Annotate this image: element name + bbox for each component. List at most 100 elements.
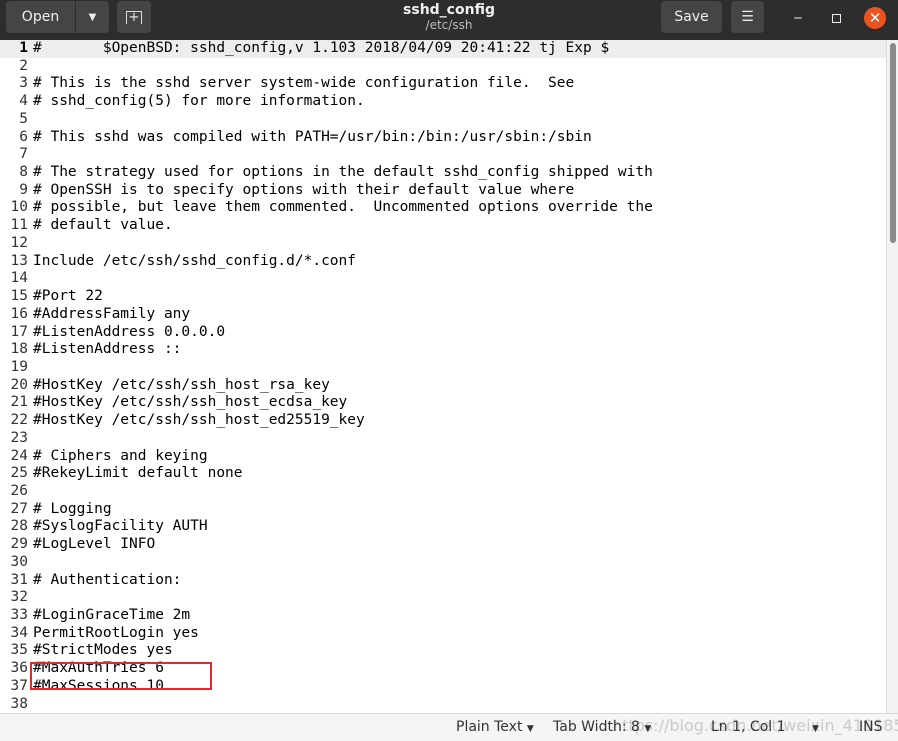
line-number: 31 bbox=[10, 571, 28, 588]
line-text: # possible, but leave them commented. Un… bbox=[33, 199, 653, 216]
code-line[interactable]: 1 # $OpenBSD: sshd_config,v 1.103 2018/04… bbox=[0, 40, 886, 58]
code-line[interactable]: 8 # The strategy used for options in the … bbox=[0, 164, 886, 182]
line-number: 13 bbox=[10, 252, 28, 269]
line-text: # This sshd was compiled with PATH=/usr/… bbox=[33, 128, 592, 145]
code-line[interactable]: 17 #ListenAddress 0.0.0.0 bbox=[0, 324, 886, 342]
code-line[interactable]: 18 #ListenAddress :: bbox=[0, 341, 886, 359]
code-line[interactable]: 21 #HostKey /etc/ssh/ssh_host_ecdsa_key bbox=[0, 394, 886, 412]
line-number: 21 bbox=[10, 394, 28, 411]
line-text: Include /etc/ssh/sshd_config.d/*.conf bbox=[33, 252, 357, 269]
line-text: # This is the sshd server system-wide co… bbox=[33, 75, 575, 92]
line-text: #HostKey /etc/ssh/ssh_host_rsa_key bbox=[33, 376, 330, 393]
line-number: 27 bbox=[10, 500, 28, 517]
line-number: 10 bbox=[10, 199, 28, 216]
line-text: #Port 22 bbox=[33, 288, 103, 305]
line-text: # Logging bbox=[33, 500, 112, 517]
line-text: #HostKey /etc/ssh/ssh_host_ecdsa_key bbox=[33, 394, 348, 411]
line-number: 25 bbox=[10, 465, 28, 482]
code-line[interactable]: 29 #LogLevel INFO bbox=[0, 536, 886, 554]
line-number: 4 bbox=[19, 93, 28, 110]
tab-width-label: Tab Width: 8 bbox=[553, 719, 640, 735]
code-line[interactable]: 35 #StrictModes yes bbox=[0, 642, 886, 660]
save-button[interactable]: Save bbox=[661, 1, 722, 33]
menu-button[interactable]: ☰ bbox=[731, 1, 764, 33]
line-number: 33 bbox=[10, 607, 28, 623]
text-editor[interactable]: 1 # $OpenBSD: sshd_config,v 1.103 2018/04… bbox=[0, 40, 886, 713]
code-line[interactable]: 38 bbox=[0, 696, 886, 713]
code-line[interactable]: 28 #SyslogFacility AUTH bbox=[0, 518, 886, 536]
line-number: 6 bbox=[19, 128, 28, 145]
line-number: 12 bbox=[10, 234, 28, 251]
minimize-icon: ‒ bbox=[793, 10, 803, 26]
line-text: #LoginGraceTime 2m bbox=[33, 607, 191, 623]
line-number: 38 bbox=[10, 695, 28, 712]
line-number: 23 bbox=[10, 429, 28, 446]
line-number: 22 bbox=[10, 412, 28, 429]
line-number: 19 bbox=[10, 358, 28, 375]
scrollbar-thumb[interactable] bbox=[890, 43, 896, 243]
code-line[interactable]: 33 #LoginGraceTime 2m bbox=[0, 607, 886, 625]
minimize-button[interactable]: ‒ bbox=[788, 8, 808, 28]
code-line[interactable]: 20 #HostKey /etc/ssh/ssh_host_rsa_key bbox=[0, 377, 886, 395]
code-line[interactable]: 11 # default value. bbox=[0, 217, 886, 235]
code-line[interactable]: 23 bbox=[0, 430, 886, 448]
code-line[interactable]: 2 bbox=[0, 58, 886, 76]
code-line[interactable]: 34 PermitRootLogin yes bbox=[0, 625, 886, 643]
line-number: 16 bbox=[10, 305, 28, 322]
line-text: #HostKey /etc/ssh/ssh_host_ed25519_key bbox=[33, 412, 365, 429]
line-number: 37 bbox=[10, 677, 28, 694]
code-line[interactable]: 30 bbox=[0, 554, 886, 572]
code-line[interactable]: 4 # sshd_config(5) for more information. bbox=[0, 93, 886, 111]
code-line[interactable]: 12 bbox=[0, 235, 886, 253]
line-text: # OpenSSH is to specify options with the… bbox=[33, 181, 575, 198]
line-number: 5 bbox=[19, 110, 28, 127]
code-line[interactable]: 25 #RekeyLimit default none bbox=[0, 465, 886, 483]
line-text: #ListenAddress :: bbox=[33, 341, 182, 358]
line-number: 28 bbox=[10, 518, 28, 535]
cursor-position-selector[interactable]: Ln 1, Col 1 ▼ bbox=[711, 719, 819, 735]
close-button[interactable]: ✕ bbox=[864, 7, 886, 29]
chevron-down-icon: ▼ bbox=[526, 724, 534, 734]
code-line[interactable]: 32 bbox=[0, 589, 886, 607]
line-number: 1 bbox=[19, 40, 28, 56]
code-line[interactable]: 13 Include /etc/ssh/sshd_config.d/*.conf bbox=[0, 253, 886, 271]
line-text: # sshd_config(5) for more information. bbox=[33, 93, 365, 110]
code-line[interactable]: 22 #HostKey /etc/ssh/ssh_host_ed25519_key bbox=[0, 412, 886, 430]
code-line[interactable]: 15 #Port 22 bbox=[0, 288, 886, 306]
maximize-icon bbox=[831, 13, 841, 23]
cursor-position-label: Ln 1, Col 1 bbox=[711, 719, 786, 735]
code-line[interactable]: 10 # possible, but leave them commented. … bbox=[0, 199, 886, 217]
insert-mode[interactable]: INS bbox=[859, 719, 883, 735]
line-number: 7 bbox=[19, 146, 28, 163]
code-line[interactable]: 14 bbox=[0, 270, 886, 288]
line-number: 30 bbox=[10, 553, 28, 570]
line-number: 29 bbox=[10, 536, 28, 553]
line-text: #StrictModes yes bbox=[33, 642, 173, 659]
language-selector[interactable]: Plain Text ▼ bbox=[456, 719, 534, 735]
code-line[interactable]: 3 # This is the sshd server system-wide c… bbox=[0, 75, 886, 93]
line-number: 9 bbox=[19, 181, 28, 198]
code-line[interactable]: 7 bbox=[0, 146, 886, 164]
code-line[interactable]: 9 # OpenSSH is to specify options with th… bbox=[0, 182, 886, 200]
code-line[interactable]: 26 bbox=[0, 483, 886, 501]
line-number: 11 bbox=[10, 217, 28, 234]
code-line[interactable]: 31 # Authentication: bbox=[0, 572, 886, 590]
line-number: 8 bbox=[19, 164, 28, 181]
hamburger-icon: ☰ bbox=[741, 9, 754, 25]
maximize-button[interactable] bbox=[826, 8, 846, 28]
code-line[interactable]: 19 bbox=[0, 359, 886, 377]
code-line[interactable]: 5 bbox=[0, 111, 886, 129]
chevron-down-icon: ▼ bbox=[811, 724, 819, 734]
language-label: Plain Text bbox=[456, 719, 523, 735]
code-line[interactable]: 16 #AddressFamily any bbox=[0, 306, 886, 324]
line-text: #AddressFamily any bbox=[33, 305, 191, 322]
vertical-scrollbar[interactable] bbox=[886, 40, 898, 713]
code-line[interactable]: 24 # Ciphers and keying bbox=[0, 448, 886, 466]
line-text: # $OpenBSD: sshd_config,v 1.103 2018/04/… bbox=[33, 40, 610, 56]
header-bar: Open ▼ + sshd_config /etc/ssh Save ☰ ‒ ✕ bbox=[0, 0, 898, 40]
line-number: 34 bbox=[10, 624, 28, 641]
code-line[interactable]: 27 # Logging bbox=[0, 501, 886, 519]
highlight-box bbox=[30, 662, 212, 690]
tab-width-selector[interactable]: Tab Width: 8 ▼ bbox=[553, 719, 651, 735]
code-line[interactable]: 6 # This sshd was compiled with PATH=/usr… bbox=[0, 129, 886, 147]
